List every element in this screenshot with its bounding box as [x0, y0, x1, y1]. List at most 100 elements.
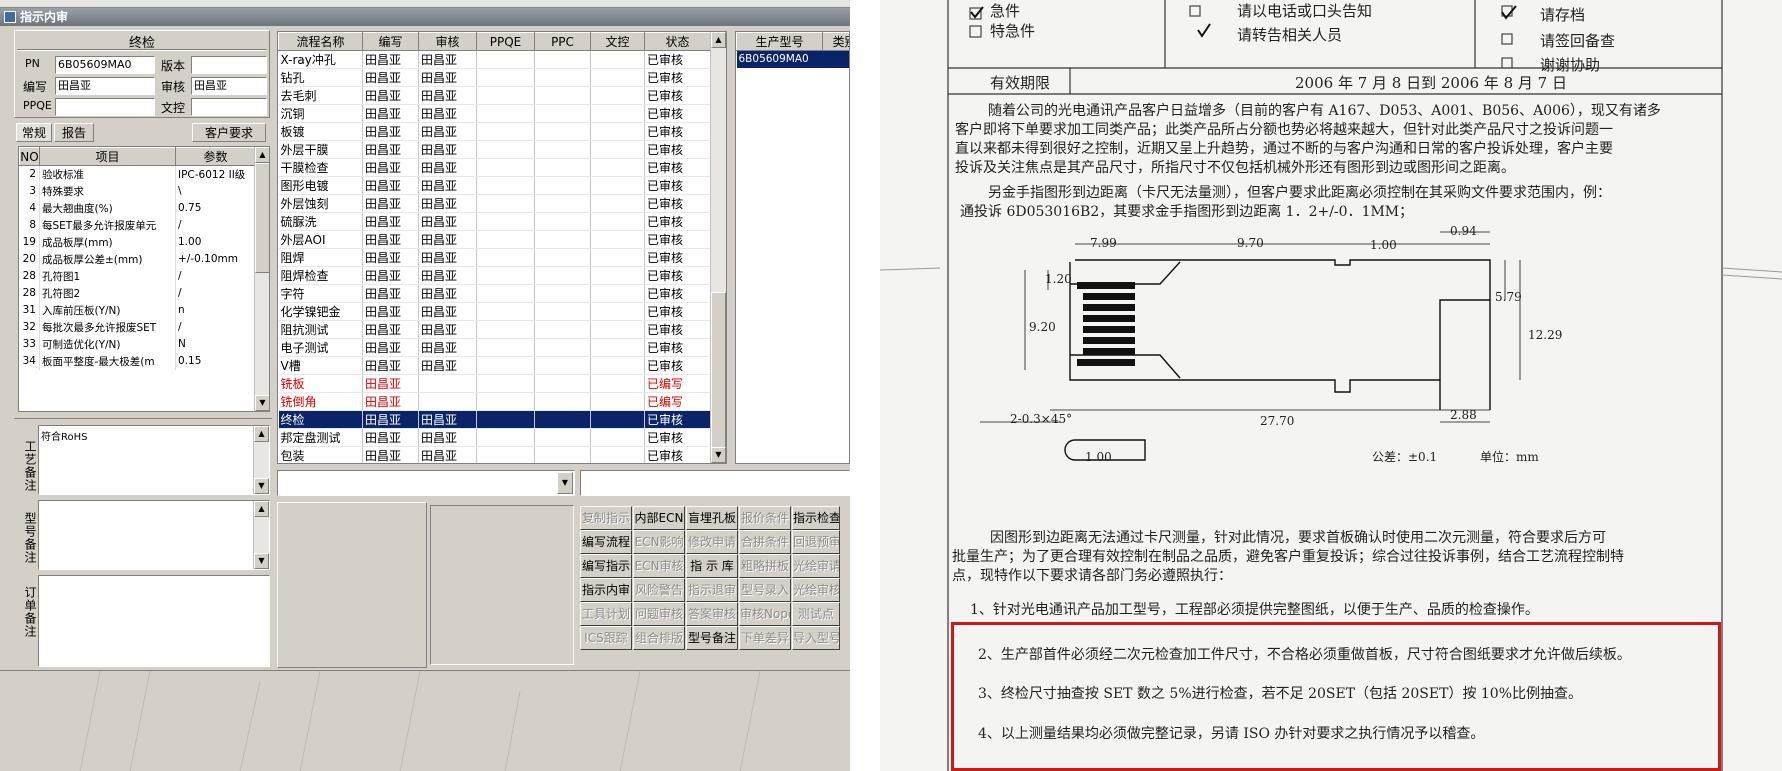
params-row[interactable]: 31 入库前压板(Y/N) n	[19, 301, 256, 319]
params-row[interactable]: 4 最大翘曲度(%) 0.75	[19, 199, 256, 217]
action-button[interactable]: 工具计划	[580, 602, 632, 626]
flow-row[interactable]: 干膜检查 田昌亚 田昌亚 已审核	[278, 158, 711, 177]
params-scrollbar[interactable]: ▲ ▼	[254, 147, 269, 411]
action-button[interactable]: 型号备注	[686, 626, 738, 650]
params-col-value[interactable]: 参数	[175, 147, 256, 166]
flow-col-ppc[interactable]: PPC	[534, 32, 591, 51]
model-col-category[interactable]: 类别	[822, 32, 849, 51]
scroll-up-icon[interactable]: ▲	[711, 32, 726, 48]
scroll-down-icon[interactable]: ▼	[254, 553, 269, 569]
scroll-down-icon[interactable]: ▼	[254, 478, 269, 494]
action-button[interactable]: 问题审核	[633, 602, 685, 626]
order-remark-field[interactable]	[38, 575, 270, 667]
flow-col-doccontrol[interactable]: 文控	[590, 32, 645, 51]
flow-row[interactable]: 外层蚀刻 田昌亚 田昌亚 已审核	[278, 194, 711, 213]
scroll-up-icon[interactable]: ▲	[254, 426, 269, 442]
flow-row[interactable]: 电子测试 田昌亚 田昌亚 已审核	[278, 338, 711, 357]
params-row[interactable]: 20 成品板厚公差±(mm) +/-0.10mm	[19, 250, 256, 268]
flow-row[interactable]: 包装 田昌亚 田昌亚 已审核	[278, 446, 711, 463]
action-button[interactable]: 型号录入	[739, 578, 791, 602]
action-button[interactable]: 盲埋孔板	[686, 506, 738, 530]
model-input[interactable]	[580, 470, 850, 496]
scroll-down-icon[interactable]: ▼	[255, 395, 269, 411]
action-button[interactable]: 修改申请	[686, 530, 738, 554]
action-button[interactable]: 合拼条件	[739, 530, 791, 554]
params-row[interactable]: 8 每SET最多允许报废单元 /	[19, 216, 256, 234]
params-row[interactable]: 34 板面平整度-最大极差(m 0.15	[19, 352, 256, 370]
action-button[interactable]: 报价条件	[739, 506, 791, 530]
action-button[interactable]: 审核Nope	[739, 602, 791, 626]
action-button[interactable]: ECN审核	[633, 554, 685, 578]
params-col-item[interactable]: 项目	[39, 147, 176, 166]
scroll-up-icon[interactable]: ▲	[255, 147, 269, 163]
flow-row[interactable]: 化学镍钯金 田昌亚 田昌亚 已审核	[278, 302, 711, 321]
flow-row[interactable]: 图形电镀 田昌亚 田昌亚 已审核	[278, 176, 711, 195]
flow-row[interactable]: 外层AOI 田昌亚 田昌亚 已审核	[278, 230, 711, 249]
action-button[interactable]: 内部ECN	[633, 506, 685, 530]
flow-row[interactable]: 去毛刺 田昌亚 田昌亚 已审核	[278, 86, 711, 105]
flow-row[interactable]: 阻抗测试 田昌亚 田昌亚 已审核	[278, 320, 711, 339]
action-button[interactable]: 光绘审请	[792, 554, 840, 578]
action-button[interactable]: 指示内审	[580, 578, 632, 602]
action-button[interactable]: 回退预审	[792, 530, 840, 554]
action-button[interactable]: 指示退审	[686, 578, 738, 602]
action-button[interactable]: ECN影响	[633, 530, 685, 554]
action-button[interactable]: 光绘审核	[792, 578, 840, 602]
flow-row[interactable]: 外层干膜 田昌亚 田昌亚 已审核	[278, 140, 711, 159]
flow-col-ppqe[interactable]: PPQE	[476, 32, 535, 51]
process-remark-field[interactable]: 符合RoHS ▲ ▼	[38, 425, 270, 495]
flow-col-status[interactable]: 状态	[644, 32, 711, 51]
flow-col-name[interactable]: 流程名称	[278, 32, 363, 51]
tab-general[interactable]: 常规	[16, 123, 52, 142]
params-row[interactable]: 3 特殊要求 \	[19, 182, 256, 200]
flow-row[interactable]: 硫脲洗 田昌亚 田昌亚 已审核	[278, 212, 711, 231]
flow-row[interactable]: 铣倒角 田昌亚 已编写	[278, 392, 711, 411]
chevron-down-icon[interactable]: ▼	[557, 472, 573, 494]
flow-col-reviewer[interactable]: 审核	[418, 32, 477, 51]
action-button[interactable]: 导入型号	[792, 626, 840, 650]
params-row[interactable]: 28 孔符图1/	[19, 267, 256, 285]
params-row[interactable]: 32 每批次最多允许报废SET /	[19, 318, 256, 336]
model-remark-field[interactable]: ▲ ▼	[38, 500, 270, 570]
params-row[interactable]: 19 成品板厚(mm) 1.00	[19, 233, 256, 251]
flow-row[interactable]: 字符 田昌亚 田昌亚 已审核	[278, 284, 711, 303]
model-row[interactable]: 6B05609MA0	[736, 50, 849, 68]
flow-row[interactable]: 邦定盘测试 田昌亚 田昌亚 已审核	[278, 428, 711, 447]
action-button[interactable]: 答案审核	[686, 602, 738, 626]
params-col-no[interactable]: NO	[19, 147, 40, 166]
scroll-thumb[interactable]	[255, 163, 269, 273]
action-button[interactable]: 编写流程	[580, 530, 632, 554]
tab-report[interactable]: 报告	[54, 123, 94, 142]
flow-row[interactable]: 终检 田昌亚 田昌亚 已审核	[278, 410, 711, 429]
model-col-model[interactable]: 生产型号	[736, 32, 823, 51]
action-button[interactable]: 风险警告	[633, 578, 685, 602]
reviewer-field[interactable]: 田昌亚	[191, 77, 267, 95]
action-button[interactable]: 指 示 库	[686, 554, 738, 578]
flow-row[interactable]: V槽 田昌亚 田昌亚 已审核	[278, 356, 711, 375]
flow-row[interactable]: 阻焊 田昌亚 田昌亚 已审核	[278, 248, 711, 267]
process-remark-scrollbar[interactable]: ▲ ▼	[253, 426, 269, 494]
pn-field[interactable]: 6B05609MA0	[55, 56, 155, 74]
action-button[interactable]: 指示检查	[792, 506, 840, 530]
params-row[interactable]: 33 可制造优化(Y/N) N	[19, 335, 256, 353]
flow-row[interactable]: X-ray冲孔 田昌亚 田昌亚 已审核	[278, 50, 711, 69]
version-field[interactable]	[191, 56, 267, 74]
flow-row[interactable]: 钻孔 田昌亚 田昌亚 已审核	[278, 68, 711, 87]
model-remark-scrollbar[interactable]: ▲ ▼	[253, 501, 269, 569]
action-button[interactable]: 粗略拼板	[739, 554, 791, 578]
flow-dropdown[interactable]: ▼	[277, 470, 575, 496]
ppqe-field[interactable]	[55, 98, 155, 116]
params-row[interactable]: 2 验收标准 IPC-6012 II级	[19, 165, 256, 183]
action-button[interactable]: ICS跟踪	[580, 626, 632, 650]
scroll-up-icon[interactable]: ▲	[254, 501, 269, 517]
action-button[interactable]: 编写指示	[580, 554, 632, 578]
flow-row[interactable]: 板镀 田昌亚 田昌亚 已审核	[278, 122, 711, 141]
action-button[interactable]: 复制指示	[580, 506, 632, 530]
flow-row[interactable]: 沉铜 田昌亚 田昌亚 已审核	[278, 104, 711, 123]
action-button[interactable]: 组合排版	[633, 626, 685, 650]
scroll-down-icon[interactable]: ▼	[711, 447, 726, 463]
customer-requirement-button[interactable]: 客户要求	[192, 123, 266, 142]
scroll-thumb[interactable]	[711, 292, 726, 462]
flow-scrollbar[interactable]: ▲ ▼	[710, 32, 726, 463]
flow-row[interactable]: 阻焊检查 田昌亚 田昌亚 已审核	[278, 266, 711, 285]
